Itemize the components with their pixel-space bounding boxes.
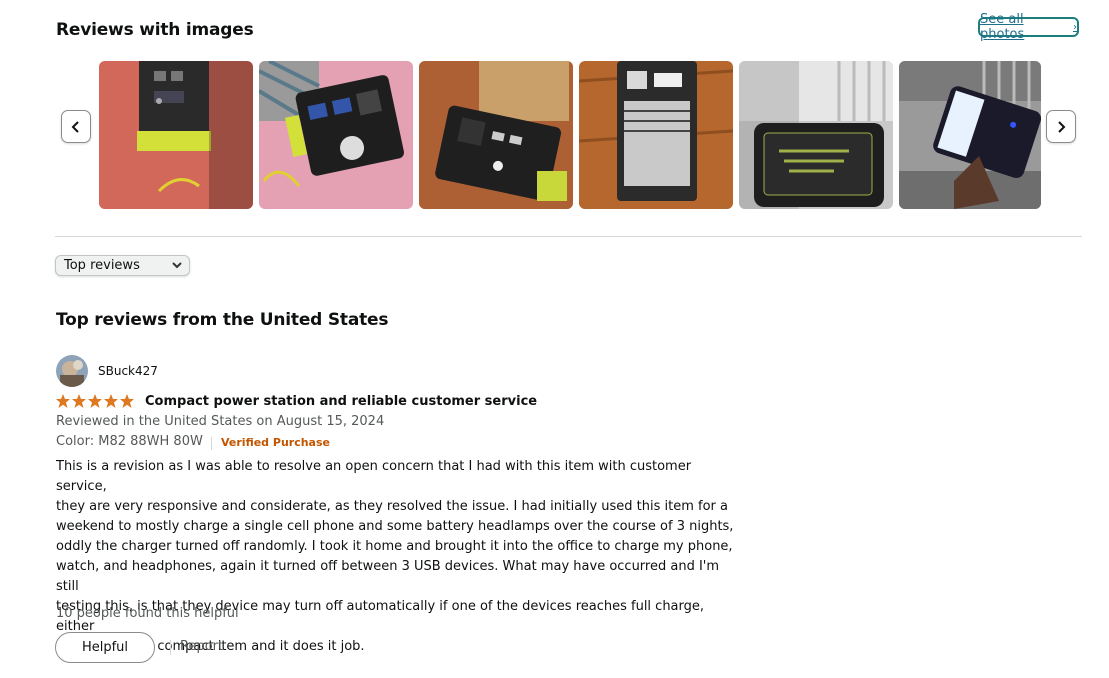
helpful-count: 10 people found this helpful xyxy=(56,606,239,621)
star-rating[interactable] xyxy=(55,393,135,413)
review-photo-5-icon xyxy=(739,61,893,209)
avatar[interactable] xyxy=(56,355,88,387)
review-body-line: This is a revision as I was able to reso… xyxy=(56,459,692,494)
review-body-line: watch, and headphones, again it turned o… xyxy=(56,559,720,594)
top-reviews-heading: Top reviews from the United States xyxy=(56,310,389,330)
review-image-thumbnail[interactable] xyxy=(419,61,573,209)
review-photo-1-icon xyxy=(99,61,253,209)
review-date: Reviewed in the United States on August … xyxy=(56,414,385,429)
review-image-thumbnail[interactable] xyxy=(579,61,733,209)
chevron-right-icon xyxy=(1058,120,1066,133)
see-all-photos-label: See all photos xyxy=(980,12,1025,42)
review-image-thumbnail[interactable] xyxy=(739,61,893,209)
review-body-line: they are very responsive and considerate… xyxy=(56,499,728,514)
review-photo-3-icon xyxy=(419,61,573,209)
five-stars-icon xyxy=(56,394,134,408)
chevron-right-icon: › xyxy=(1073,21,1077,33)
carousel-prev-button[interactable] xyxy=(61,110,91,143)
review-variant[interactable]: Color: M82 88WH 80W xyxy=(56,434,203,449)
review-body-line: weekend to mostly charge a single cell p… xyxy=(56,519,734,534)
review-title[interactable]: Compact power station and reliable custo… xyxy=(145,394,537,409)
review-photo-4-icon xyxy=(579,61,733,209)
chevron-down-icon xyxy=(172,262,182,269)
sort-selected-label: Top reviews xyxy=(64,258,140,273)
verified-purchase-badge: Verified Purchase xyxy=(221,436,330,449)
review-image-thumbnail[interactable] xyxy=(99,61,253,209)
report-separator xyxy=(170,640,171,655)
review-body-line: way, this still a compact item and it do… xyxy=(56,639,365,654)
helpful-button[interactable]: Helpful xyxy=(55,632,155,663)
carousel-next-button[interactable] xyxy=(1046,110,1076,143)
user-avatar-icon xyxy=(56,355,88,387)
section-divider xyxy=(55,236,1082,237)
reviews-with-images-title: Reviews with images xyxy=(56,20,254,40)
review-photo-6-icon xyxy=(899,61,1041,209)
review-image-thumbnail[interactable] xyxy=(899,61,1041,209)
review-author[interactable]: SBuck427 xyxy=(98,364,158,378)
review-photo-2-icon xyxy=(259,61,413,209)
review-image-thumbnail[interactable] xyxy=(259,61,413,209)
sort-reviews-dropdown[interactable]: Top reviews xyxy=(55,255,190,276)
variant-separator xyxy=(211,437,212,450)
report-link[interactable]: Report xyxy=(180,639,223,654)
review-body: This is a revision as I was able to reso… xyxy=(56,457,736,657)
review-body-line: oddly the charger turned off randomly. I… xyxy=(56,539,733,554)
chevron-left-icon xyxy=(71,120,79,133)
see-all-photos-link[interactable]: See all photos › xyxy=(978,12,1079,42)
